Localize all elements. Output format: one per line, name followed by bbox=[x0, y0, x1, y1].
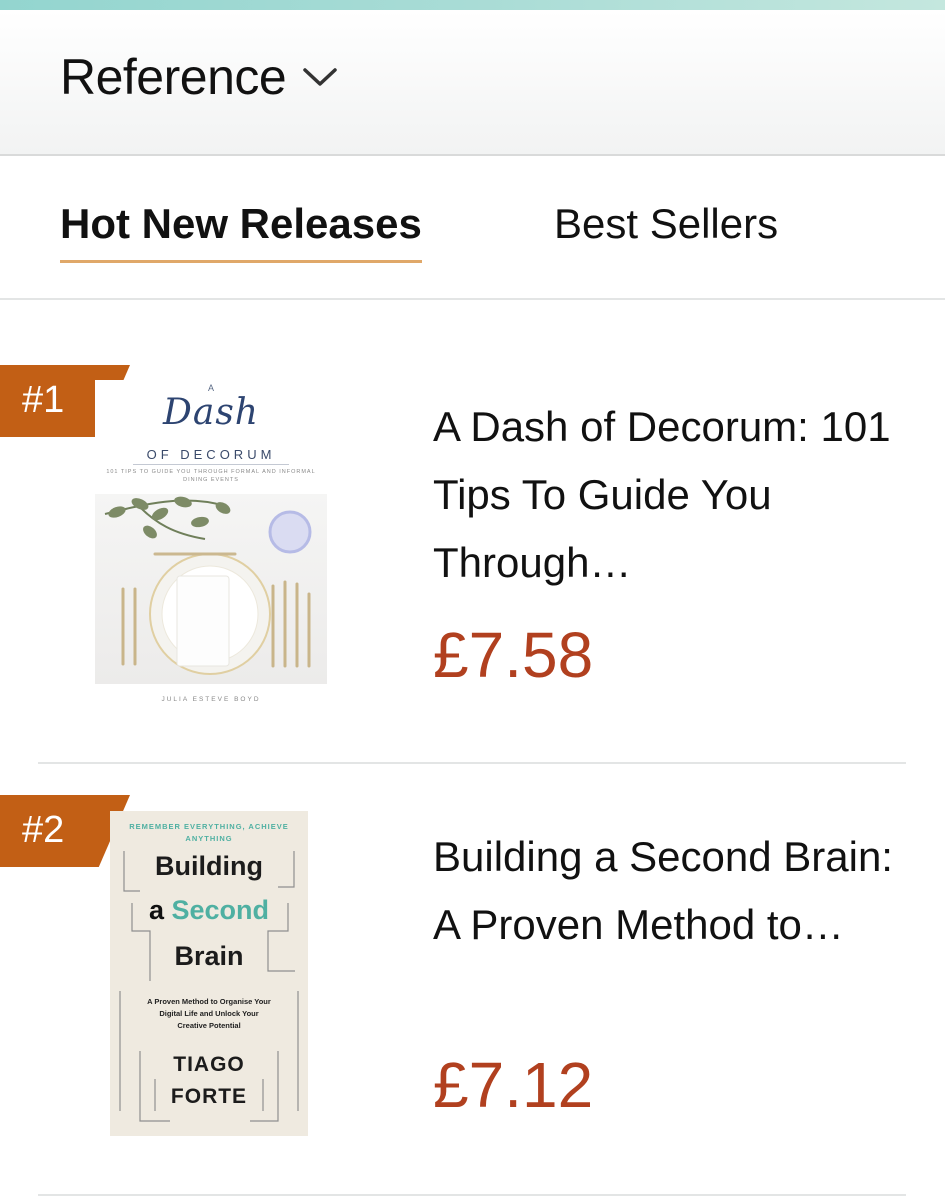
product-title[interactable]: A Dash of Decorum: 101 Tips To Guide You… bbox=[433, 393, 903, 597]
cover-title-line3: Brain bbox=[174, 941, 244, 971]
category-dropdown[interactable]: Reference bbox=[60, 48, 338, 106]
top-accent-bar bbox=[0, 0, 945, 10]
cover-tagline: REMEMBER EVERYTHING, ACHIEVE ANYTHING bbox=[129, 822, 289, 843]
cover-title-line1: Building bbox=[155, 851, 263, 881]
list-item[interactable]: #2 REMEMBER EVERYTHING, ACHIEVE ANYTHING… bbox=[0, 764, 945, 1194]
header: Reference bbox=[0, 10, 945, 156]
cover-photo bbox=[95, 494, 327, 684]
tab-hot-new-releases[interactable]: Hot New Releases bbox=[60, 200, 422, 263]
category-title: Reference bbox=[60, 49, 287, 105]
tab-best-sellers[interactable]: Best Sellers bbox=[554, 200, 778, 248]
product-price: £7.12 bbox=[433, 1049, 594, 1121]
cover-title: Dash bbox=[163, 392, 259, 433]
cover-author-last: FORTE bbox=[170, 1085, 248, 1108]
cover-subtitle: OF DECORUM bbox=[146, 447, 276, 462]
cover-title-line2: a Second bbox=[148, 895, 270, 925]
book-cover[interactable]: A Dash OF DECORUM 101 TIPS TO GUIDE YOU … bbox=[95, 380, 327, 710]
tab-bar: Hot New Releases Best Sellers bbox=[0, 156, 945, 300]
cover-rule bbox=[133, 464, 289, 465]
list-item[interactable]: #1 A Dash OF DECORUM 101 TIPS TO GUIDE Y… bbox=[0, 300, 945, 762]
product-title[interactable]: Building a Second Brain: A Proven Method… bbox=[433, 823, 903, 959]
book-cover[interactable]: REMEMBER EVERYTHING, ACHIEVE ANYTHING Bu… bbox=[110, 811, 308, 1136]
product-price: £7.58 bbox=[433, 619, 594, 691]
cover-author-first: TIAGO bbox=[173, 1053, 245, 1076]
cover-tagline: 101 TIPS TO GUIDE YOU THROUGH FORMAL AND… bbox=[106, 469, 316, 483]
cover-description: A Proven Method to Organise Your Digital… bbox=[147, 997, 271, 1030]
cover-author: JULIA ESTEVE BOYD bbox=[161, 696, 261, 703]
divider bbox=[38, 1194, 906, 1196]
chevron-down-icon bbox=[302, 66, 338, 88]
